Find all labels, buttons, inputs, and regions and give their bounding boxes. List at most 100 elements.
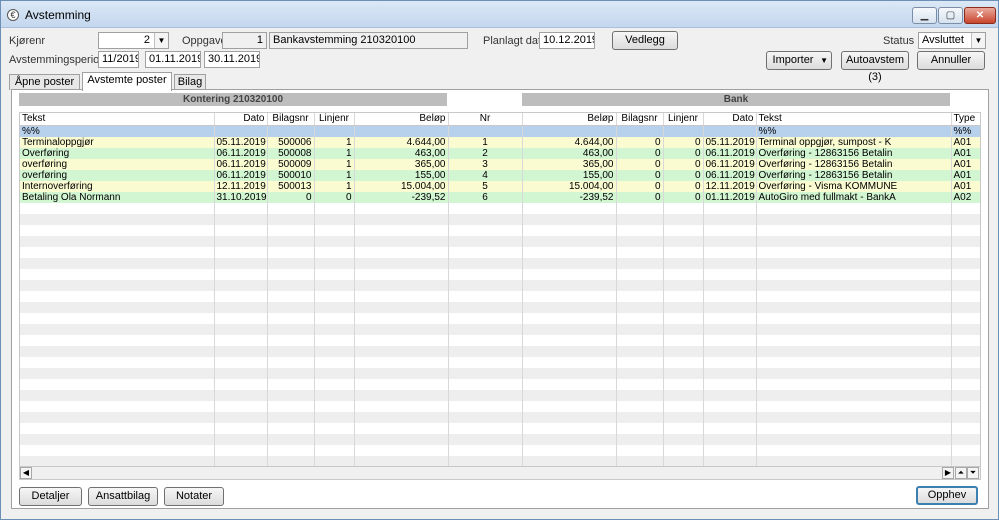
column-header[interactable]: Tekst xyxy=(756,113,952,126)
cell-linjenr[interactable]: 1 xyxy=(314,180,355,192)
table-row[interactable]: Terminaloppgjør 05.11.2019 500006 1 4.644,00… xyxy=(20,136,980,148)
cell-tekst[interactable]: Betaling Ola Normann xyxy=(20,191,215,203)
cell-tekst[interactable]: Overføring xyxy=(20,147,215,159)
cell-bilagsnr[interactable]: 500010 xyxy=(267,169,315,181)
column-header[interactable]: Dato xyxy=(703,113,757,126)
annuller-button[interactable]: Annuller xyxy=(917,51,985,70)
cell-bank-tekst[interactable]: Overføring - 12863156 Betalin xyxy=(756,147,952,159)
close-icon[interactable]: ✕ xyxy=(964,7,996,24)
filter-cell[interactable] xyxy=(703,125,757,137)
cell-belop[interactable]: 365,00 xyxy=(354,158,449,170)
notater-button[interactable]: Notater xyxy=(164,487,224,506)
cell-linjenr[interactable]: 0 xyxy=(314,191,355,203)
column-header[interactable]: Beløp xyxy=(354,113,449,126)
importer-button[interactable]: Importer ▼ xyxy=(766,51,832,70)
scroll-bottom-icon[interactable]: ⏷ xyxy=(967,467,979,479)
cell-bank-dato[interactable]: 06.11.2019 xyxy=(703,169,757,181)
cell-linjenr[interactable]: 1 xyxy=(314,147,355,159)
cell-bank-bilagsnr[interactable]: 0 xyxy=(616,191,664,203)
scroll-left-icon[interactable]: ◀ xyxy=(20,467,32,479)
cell-belop[interactable]: -239,52 xyxy=(354,191,449,203)
cell-linjenr[interactable]: 1 xyxy=(314,169,355,181)
cell-tekst[interactable]: overføring xyxy=(20,158,215,170)
reconciled-entries-grid[interactable]: Tekst Dato Bilagsnr Linjenr Beløp Nr Bel… xyxy=(19,112,981,478)
cell-bank-linjenr[interactable]: 0 xyxy=(663,180,704,192)
cell-belop[interactable]: 463,00 xyxy=(354,147,449,159)
column-header[interactable]: Bilagsnr xyxy=(267,113,315,126)
cell-nr[interactable]: 6 xyxy=(448,191,523,203)
filter-row[interactable]: %% %% %% xyxy=(20,125,980,137)
cell-tekst[interactable]: Terminaloppgjør xyxy=(20,136,215,148)
cell-bank-belop[interactable]: 15.004,00 xyxy=(522,180,617,192)
cell-dato[interactable]: 12.11.2019 xyxy=(214,180,268,192)
filter-cell[interactable] xyxy=(522,125,617,137)
table-row[interactable]: Betaling Ola Normann 31.10.2019 0 0 -239,52 6… xyxy=(20,191,980,203)
chevron-down-icon[interactable]: ▼ xyxy=(154,33,168,48)
cell-tekst[interactable]: Internoverføring xyxy=(20,180,215,192)
cell-bank-belop[interactable]: 4.644,00 xyxy=(522,136,617,148)
cell-bank-linjenr[interactable]: 0 xyxy=(663,158,704,170)
cell-belop[interactable]: 15.004,00 xyxy=(354,180,449,192)
cell-bilagsnr[interactable]: 500006 xyxy=(267,136,315,148)
table-row[interactable]: overføring 06.11.2019 500009 1 365,00 3 365,00… xyxy=(20,158,980,170)
filter-cell[interactable]: %% xyxy=(951,125,980,137)
cell-bilagsnr[interactable]: 500013 xyxy=(267,180,315,192)
cell-bilagsnr[interactable]: 0 xyxy=(267,191,315,203)
cell-dato[interactable]: 06.11.2019 xyxy=(214,169,268,181)
cell-type[interactable]: A02 xyxy=(951,191,980,203)
cell-bank-belop[interactable]: 365,00 xyxy=(522,158,617,170)
title-bar[interactable]: € Avstemming ▁ ▢ ✕ xyxy=(1,1,998,28)
table-row[interactable]: Internoverføring 12.11.2019 500013 1 15.004,… xyxy=(20,180,980,192)
filter-cell[interactable]: %% xyxy=(756,125,952,137)
cell-bank-bilagsnr[interactable]: 0 xyxy=(616,180,664,192)
cell-bank-tekst[interactable]: Overføring - 12863156 Betalin xyxy=(756,169,952,181)
app-logo-icon[interactable]: € xyxy=(7,9,19,21)
tab-apne-poster[interactable]: Åpne poster xyxy=(9,74,80,90)
ansattbilag-button[interactable]: Ansattbilag xyxy=(88,487,158,506)
cell-bank-linjenr[interactable]: 0 xyxy=(663,191,704,203)
tab-avstemte-poster[interactable]: Avstemte poster xyxy=(82,72,172,91)
maximize-icon[interactable]: ▢ xyxy=(938,7,963,24)
cell-bank-belop[interactable]: 155,00 xyxy=(522,169,617,181)
cell-type[interactable]: A01 xyxy=(951,136,980,148)
column-header[interactable]: Dato xyxy=(214,113,268,126)
cell-nr[interactable]: 3 xyxy=(448,158,523,170)
cell-nr[interactable]: 2 xyxy=(448,147,523,159)
cell-nr[interactable]: 5 xyxy=(448,180,523,192)
scroll-right-icon[interactable]: ▶ xyxy=(942,467,954,479)
column-header[interactable]: Type xyxy=(951,113,980,126)
kjorenr-select[interactable]: 2 ▼ xyxy=(98,32,169,49)
cell-type[interactable]: A01 xyxy=(951,147,980,159)
cell-bank-linjenr[interactable]: 0 xyxy=(663,147,704,159)
cell-bank-tekst[interactable]: Terminal oppgjør, sumpost - K xyxy=(756,136,952,148)
cell-bank-bilagsnr[interactable]: 0 xyxy=(616,147,664,159)
cell-bank-tekst[interactable]: Overføring - 12863156 Betalin xyxy=(756,158,952,170)
filter-cell[interactable] xyxy=(267,125,315,137)
cell-bank-dato[interactable]: 06.11.2019 xyxy=(703,147,757,159)
cell-tekst[interactable]: overføring xyxy=(20,169,215,181)
cell-bilagsnr[interactable]: 500009 xyxy=(267,158,315,170)
cell-linjenr[interactable]: 1 xyxy=(314,158,355,170)
cell-dato[interactable]: 05.11.2019 xyxy=(214,136,268,148)
column-header[interactable]: Beløp xyxy=(522,113,617,126)
table-row[interactable]: overføring 06.11.2019 500010 1 155,00 4 155,00… xyxy=(20,169,980,181)
cell-dato[interactable]: 06.11.2019 xyxy=(214,147,268,159)
filter-cell[interactable] xyxy=(448,125,523,137)
planlagt-dato-field[interactable]: 10.12.2019 xyxy=(539,32,595,49)
cell-bank-tekst[interactable]: Overføring - Visma KOMMUNE xyxy=(756,180,952,192)
cell-bank-bilagsnr[interactable]: 0 xyxy=(616,158,664,170)
autoavstem-button[interactable]: Autoavstem (3) xyxy=(841,51,909,83)
cell-linjenr[interactable]: 1 xyxy=(314,136,355,148)
horizontal-scrollbar[interactable]: ◀ ▶ ⏶ ⏷ xyxy=(19,466,981,480)
filter-cell[interactable] xyxy=(314,125,355,137)
chevron-down-icon[interactable]: ▼ xyxy=(971,33,985,48)
detaljer-button[interactable]: Detaljer xyxy=(19,487,82,506)
cell-type[interactable]: A01 xyxy=(951,180,980,192)
filter-cell[interactable]: %% xyxy=(20,125,215,137)
cell-nr[interactable]: 1 xyxy=(448,136,523,148)
column-header[interactable]: Nr xyxy=(448,113,523,126)
cell-type[interactable]: A01 xyxy=(951,158,980,170)
cell-nr[interactable]: 4 xyxy=(448,169,523,181)
period-to-field[interactable]: 30.11.2019 xyxy=(204,51,260,68)
column-header[interactable]: Linjenr xyxy=(314,113,355,126)
